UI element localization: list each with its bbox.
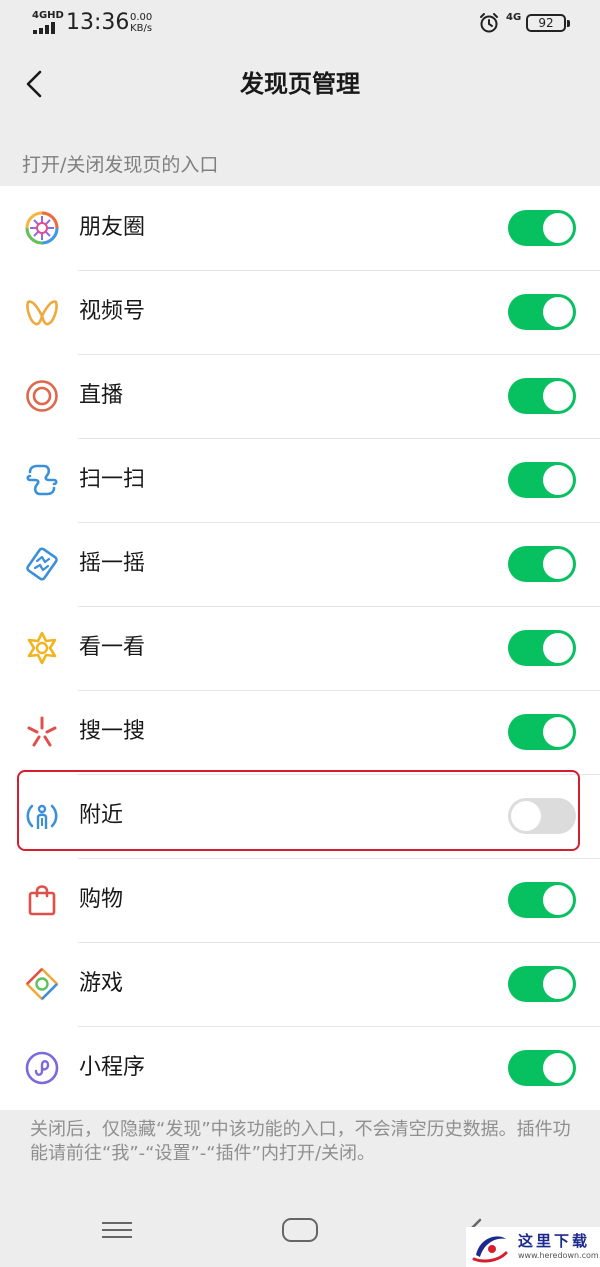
cellular-4g: 4G	[506, 12, 522, 23]
list-item-shopping[interactable]: 购物	[0, 858, 600, 942]
item-label: 视频号	[79, 299, 146, 324]
watermark-url: www.heredown.com	[518, 1251, 599, 1260]
toggle-switch[interactable]	[508, 630, 576, 666]
toggle-knob	[543, 297, 573, 327]
toggle-knob	[543, 1053, 573, 1083]
list-item-nearby[interactable]: 附近	[0, 774, 600, 858]
search-icon	[24, 714, 60, 750]
scan-icon	[24, 462, 60, 498]
item-label: 小程序	[79, 1055, 146, 1080]
toggle-knob	[543, 717, 573, 747]
toggle-switch[interactable]	[508, 546, 576, 582]
live-icon	[24, 378, 60, 414]
discover-entries-list: 朋友圈 视频号 直播 扫一扫 摇一摇 看一看 搜一搜 附近 购物 游戏 小程序	[0, 186, 600, 1110]
battery-level: 92	[538, 16, 554, 30]
battery-icon: 92	[526, 14, 570, 32]
toggle-knob	[543, 969, 573, 999]
back-button[interactable]	[14, 62, 54, 106]
item-label: 看一看	[79, 635, 146, 660]
footnote: 关闭后，仅隐藏“发现”中该功能的入口，不会清空历史数据。插件功能请前往“我”-“…	[30, 1119, 571, 1164]
toggle-switch[interactable]	[508, 1050, 576, 1086]
menu-icon[interactable]	[100, 1216, 134, 1244]
toggle-switch[interactable]	[508, 714, 576, 750]
shake-icon	[24, 546, 60, 582]
item-label: 扫一扫	[79, 467, 146, 492]
alarm-icon	[480, 13, 498, 33]
item-label: 搜一搜	[79, 719, 146, 744]
list-item-shake[interactable]: 摇一摇	[0, 522, 600, 606]
section-header: 打开/关闭发现页的入口	[22, 154, 219, 176]
mini-programs-icon	[24, 1050, 60, 1086]
list-item-moments[interactable]: 朋友圈	[0, 186, 600, 270]
item-label: 游戏	[79, 971, 124, 996]
toggle-switch[interactable]	[508, 882, 576, 918]
moments-icon	[24, 210, 60, 246]
network-speed-unit: KB/s	[130, 23, 153, 34]
toggle-switch[interactable]	[508, 378, 576, 414]
watermark-logo-icon	[472, 1236, 508, 1263]
toggle-knob	[511, 801, 541, 831]
status-bar: 4GHD 13:36 0.00 KB/s 4G 92	[0, 0, 600, 48]
navigation-bar: 发现页管理	[0, 48, 600, 120]
toggle-knob	[543, 465, 573, 495]
page-title: 发现页管理	[240, 70, 360, 98]
network-type: 4GHD	[32, 10, 64, 21]
toggle-switch[interactable]	[508, 966, 576, 1002]
list-item-games[interactable]: 游戏	[0, 942, 600, 1026]
chevron-left-icon	[26, 70, 42, 98]
home-button[interactable]	[282, 1218, 318, 1242]
channels-icon	[24, 294, 60, 330]
watermark: 这里下载 www.heredown.com	[466, 1227, 600, 1267]
item-label: 直播	[79, 383, 124, 408]
toggle-knob	[543, 885, 573, 915]
toggle-knob	[543, 633, 573, 663]
clock: 13:36	[66, 10, 130, 35]
watermark-title: 这里下载	[518, 1232, 591, 1250]
toggle-switch[interactable]	[508, 798, 576, 834]
toggle-switch[interactable]	[508, 210, 576, 246]
item-label: 附近	[79, 803, 124, 828]
network-speed-value: 0.00	[130, 12, 153, 23]
list-item-top-stories[interactable]: 看一看	[0, 606, 600, 690]
list-item-scan[interactable]: 扫一扫	[0, 438, 600, 522]
toggle-switch[interactable]	[508, 462, 576, 498]
toggle-knob	[543, 549, 573, 579]
item-label: 购物	[79, 887, 124, 912]
games-icon	[24, 966, 60, 1002]
signal-strength-icon	[33, 22, 59, 34]
list-item-search[interactable]: 搜一搜	[0, 690, 600, 774]
item-label: 摇一摇	[79, 551, 146, 576]
list-item-live[interactable]: 直播	[0, 354, 600, 438]
toggle-knob	[543, 213, 573, 243]
shopping-icon	[24, 882, 60, 918]
network-speed: 0.00 KB/s	[130, 12, 152, 34]
toggle-switch[interactable]	[508, 294, 576, 330]
nearby-icon	[24, 798, 60, 834]
top-stories-icon	[24, 630, 60, 666]
item-label: 朋友圈	[79, 215, 146, 240]
toggle-knob	[543, 381, 573, 411]
list-item-channels[interactable]: 视频号	[0, 270, 600, 354]
list-item-mini-programs[interactable]: 小程序	[0, 1026, 600, 1110]
